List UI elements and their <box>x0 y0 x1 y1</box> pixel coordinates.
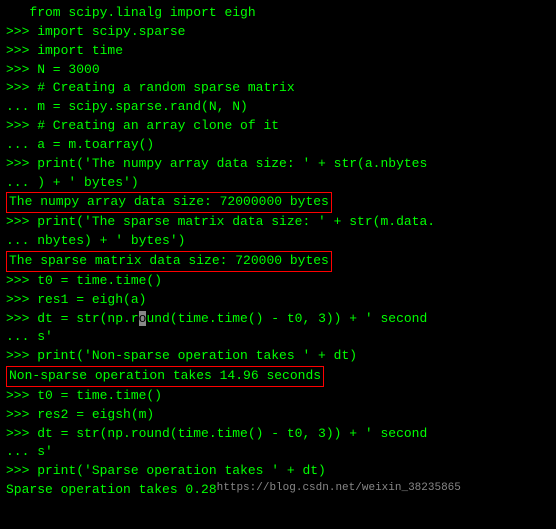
prompt-17: >>> <box>6 310 29 329</box>
line-3: >>> import time <box>6 42 550 61</box>
line-5: >>> # Creating a random sparse matrix <box>6 79 550 98</box>
code-3: import time <box>29 42 123 61</box>
code-4: N = 3000 <box>29 61 99 80</box>
prompt-15: >>> <box>6 272 29 291</box>
line-25: >>> print('Sparse operation takes ' + dt… <box>6 462 550 481</box>
prompt-13: ... <box>6 232 29 251</box>
prompt-22: >>> <box>6 406 29 425</box>
code-5: # Creating a random sparse matrix <box>29 79 294 98</box>
output-sparse-time: Sparse operation takes 0.28 <box>6 481 217 500</box>
line-17: >>> dt = str(np.round(time.time() - t0, … <box>6 310 550 329</box>
prompt-7: >>> <box>6 117 29 136</box>
prompt-12: >>> <box>6 213 29 232</box>
prompt-2: >>> <box>6 23 29 42</box>
prompt-4: >>> <box>6 61 29 80</box>
line-8: ... a = m.toarray() <box>6 136 550 155</box>
line-10: ... ) + ' bytes') <box>6 174 550 193</box>
code-2: import scipy.sparse <box>29 23 185 42</box>
prompt-3: >>> <box>6 42 29 61</box>
prompt-23: >>> <box>6 425 29 444</box>
line-19: >>> print('Non-sparse operation takes ' … <box>6 347 550 366</box>
code-12: print('The sparse matrix data size: ' + … <box>29 213 435 232</box>
prompt-16: >>> <box>6 291 29 310</box>
code-17: dt = str(np.round(time.time() - t0, 3)) … <box>29 310 427 329</box>
line-18: ... s' <box>6 328 550 347</box>
watermark-inline: https://blog.csdn.net/weixin_38235865 <box>217 481 461 500</box>
line-9: >>> print('The numpy array data size: ' … <box>6 155 550 174</box>
code-22: res2 = eigsh(m) <box>29 406 154 425</box>
code-19: print('Non-sparse operation takes ' + dt… <box>29 347 357 366</box>
code-25: print('Sparse operation takes ' + dt) <box>29 462 325 481</box>
code-6: m = scipy.sparse.rand(N, N) <box>29 98 247 117</box>
output-line-1: The numpy array data size: 72000000 byte… <box>6 192 550 213</box>
code-1: from scipy.linalg import eigh <box>29 4 255 23</box>
output-line-3: Non-sparse operation takes 14.96 seconds <box>6 366 550 387</box>
line-22: >>> res2 = eigsh(m) <box>6 406 550 425</box>
output-sparse-size: The sparse matrix data size: 720000 byte… <box>6 251 332 272</box>
line-6: ... m = scipy.sparse.rand(N, N) <box>6 98 550 117</box>
code-8: a = m.toarray() <box>29 136 154 155</box>
output-line-4: Sparse operation takes 0.28https://blog.… <box>6 481 550 500</box>
code-9: print('The numpy array data size: ' + st… <box>29 155 427 174</box>
terminal: from scipy.linalg import eigh >>> import… <box>0 0 556 529</box>
prompt-24: ... <box>6 443 29 462</box>
line-4: >>> N = 3000 <box>6 61 550 80</box>
prompt-9: >>> <box>6 155 29 174</box>
code-10: ) + ' bytes') <box>29 174 138 193</box>
line-24: ... s' <box>6 443 550 462</box>
prompt-25: >>> <box>6 462 29 481</box>
prompt-6: ... <box>6 98 29 117</box>
line-13: ... nbytes) + ' bytes') <box>6 232 550 251</box>
output-numpy-size: The numpy array data size: 72000000 byte… <box>6 192 332 213</box>
line-16: >>> res1 = eigh(a) <box>6 291 550 310</box>
line-23: >>> dt = str(np.round(time.time() - t0, … <box>6 425 550 444</box>
code-15: t0 = time.time() <box>29 272 162 291</box>
prompt-21: >>> <box>6 387 29 406</box>
line-7: >>> # Creating an array clone of it <box>6 117 550 136</box>
line-15: >>> t0 = time.time() <box>6 272 550 291</box>
prompt-10: ... <box>6 174 29 193</box>
code-18: s' <box>29 328 52 347</box>
prompt-8: ... <box>6 136 29 155</box>
prompt-18: ... <box>6 328 29 347</box>
prompt-1 <box>6 4 29 23</box>
code-21: t0 = time.time() <box>29 387 162 406</box>
line-21: >>> t0 = time.time() <box>6 387 550 406</box>
output-line-2: The sparse matrix data size: 720000 byte… <box>6 251 550 272</box>
code-16: res1 = eigh(a) <box>29 291 146 310</box>
code-24: s' <box>29 443 52 462</box>
line-12: >>> print('The sparse matrix data size: … <box>6 213 550 232</box>
code-7: # Creating an array clone of it <box>29 117 279 136</box>
prompt-19: >>> <box>6 347 29 366</box>
prompt-5: >>> <box>6 79 29 98</box>
output-nonsparse-time: Non-sparse operation takes 14.96 seconds <box>6 366 324 387</box>
code-23: dt = str(np.round(time.time() - t0, 3)) … <box>29 425 427 444</box>
code-13: nbytes) + ' bytes') <box>29 232 185 251</box>
line-2: >>> import scipy.sparse <box>6 23 550 42</box>
line-1: from scipy.linalg import eigh <box>6 4 550 23</box>
